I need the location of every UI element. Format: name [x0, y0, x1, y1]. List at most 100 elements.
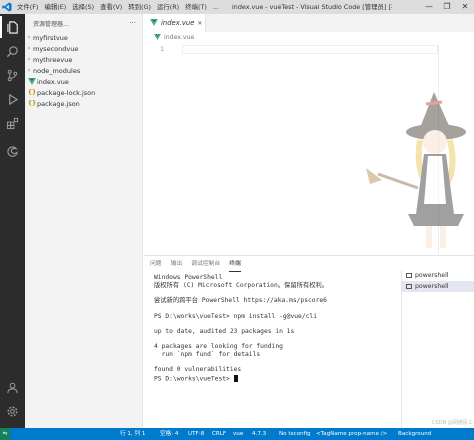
json-file-icon: {}: [27, 100, 37, 107]
language-mode[interactable]: vue: [233, 428, 243, 440]
bottom-panel: 问题 输出 调试控制台 终端 Windows PowerShell 版权所有 (…: [144, 255, 474, 429]
tab-index-vue[interactable]: index.vue ✕: [144, 14, 206, 32]
tree-item-label: package-lock.json: [37, 88, 96, 97]
tab-debug-console[interactable]: 调试控制台: [191, 256, 220, 272]
terminal-list: powershell powershell: [401, 270, 474, 429]
menu-file[interactable]: 文件(F): [14, 0, 41, 14]
explorer-title: 资源管理器...: [33, 20, 69, 28]
background-character-image: [366, 92, 466, 248]
window-title: index.vue - vueTest - Visual Studio Code…: [232, 3, 392, 11]
tab-terminal[interactable]: 终端: [229, 256, 241, 272]
title-bar: 文件(F) 编辑(E) 选择(S) 查看(V) 转到(G) 运行(R) 终端(T…: [0, 0, 474, 14]
menu-terminal[interactable]: 终端(T): [182, 0, 210, 14]
tree-item-label: package.json: [37, 99, 80, 108]
tree-folder-mysecondvue[interactable]: › mysecondvue: [25, 43, 142, 54]
tree-item-label: mythreevue: [33, 55, 73, 64]
tree-file-package-lock-json[interactable]: {} package-lock.json: [25, 87, 142, 98]
tree-item-label: node_modules: [33, 66, 81, 75]
menu-run[interactable]: 运行(R): [154, 0, 182, 14]
editor-tab-bar: index.vue ✕: [144, 14, 474, 32]
remote-indicator-icon[interactable]: ⇋: [0, 428, 10, 440]
terminal-prompt: PS D:\works\vueTest>: [154, 375, 234, 382]
cursor-position[interactable]: 行 1, 列 1: [120, 428, 145, 440]
tab-problems[interactable]: 问题: [150, 256, 162, 272]
terminal-line: PS D:\works\vueTest> npm install -g@vue/…: [154, 312, 318, 320]
code-line[interactable]: 1: [144, 45, 438, 54]
settings-gear-icon[interactable]: [0, 400, 25, 422]
chevron-right-icon: ›: [27, 67, 31, 74]
search-icon[interactable]: [0, 40, 25, 62]
terminal-line: Windows PowerShell: [154, 274, 223, 281]
menu-view[interactable]: 查看(V): [97, 0, 125, 14]
restore-button[interactable]: ❐: [438, 0, 456, 14]
tsconfig-status[interactable]: No tsconfig: [279, 428, 311, 440]
tree-file-index-vue[interactable]: index.vue: [25, 76, 142, 87]
chevron-right-icon: ›: [27, 56, 31, 63]
edge-devtools-icon[interactable]: [0, 140, 25, 162]
run-debug-icon[interactable]: [0, 88, 25, 110]
chevron-right-icon: ›: [27, 34, 31, 41]
eol-status[interactable]: CRLF: [212, 428, 226, 440]
terminal-instance[interactable]: powershell: [402, 270, 474, 281]
indentation-status[interactable]: 空格: 4: [160, 428, 178, 440]
terminal-line: 尝试新的跨平台 PowerShell https://aka.ms/pscore…: [154, 297, 327, 305]
breadcrumb: index.vue: [144, 32, 474, 43]
terminal-output[interactable]: Windows PowerShell 版权所有 (C) Microsoft Co…: [154, 274, 394, 383]
vue-file-icon: [154, 33, 161, 42]
close-tab-icon[interactable]: ✕: [197, 20, 202, 27]
menu-more[interactable]: ...: [210, 0, 222, 14]
minimize-button[interactable]: —: [420, 0, 438, 14]
vue-file-icon: [27, 78, 37, 85]
tab-output[interactable]: 输出: [171, 256, 183, 272]
extensions-icon[interactable]: [0, 112, 25, 134]
tree-item-label: myfirstvue: [33, 33, 68, 42]
terminal-cursor: [233, 374, 238, 382]
source-control-icon[interactable]: [0, 64, 25, 86]
menu-edit[interactable]: 编辑(E): [41, 0, 69, 14]
tree-folder-mythreevue[interactable]: › mythreevue: [25, 54, 142, 65]
tab-label: index.vue: [161, 19, 195, 27]
json-file-icon: {}: [27, 89, 37, 96]
terminal-icon: [406, 273, 412, 278]
typescript-version[interactable]: 4.7.3: [252, 428, 266, 440]
terminal-line: 4 packages are looking for funding: [154, 342, 283, 350]
vue-file-icon: [150, 18, 158, 28]
tree-item-label: mysecondvue: [33, 44, 79, 53]
tag-format-status[interactable]: <TagName prop-name />: [316, 428, 387, 440]
terminal-line: run `npm fund` for details: [154, 351, 261, 359]
accounts-icon[interactable]: [0, 376, 25, 398]
chevron-right-icon: ›: [27, 45, 31, 52]
menu-selection[interactable]: 选择(S): [69, 0, 97, 14]
explorer-more-button[interactable]: ···: [129, 19, 136, 27]
terminal-line: 版权所有 (C) Microsoft Corporation。保留所有权利。: [154, 282, 329, 290]
explorer-sidebar: 资源管理器... ··· › myfirstvue › mysecondvue …: [25, 14, 143, 428]
terminal-instance-active[interactable]: powershell: [402, 281, 474, 292]
line-number: 1: [160, 45, 164, 53]
terminal-line: found 0 vulnerabilities: [154, 366, 242, 374]
current-line-highlight: [182, 45, 438, 54]
tree-folder-node-modules[interactable]: › node_modules: [25, 65, 142, 76]
menu-go[interactable]: 转到(G): [125, 0, 154, 14]
watermark-text: CSDN @网络民工~: [432, 420, 474, 426]
terminal-instance-label: powershell: [415, 272, 449, 279]
terminal-icon: [406, 284, 412, 289]
terminal-line: up to date, audited 23 packages in 1s: [154, 327, 295, 335]
menu-bar: 文件(F) 编辑(E) 选择(S) 查看(V) 转到(G) 运行(R) 终端(T…: [14, 0, 222, 14]
tree-file-package-json[interactable]: {} package.json: [25, 98, 142, 109]
background-status[interactable]: Background: [398, 428, 431, 440]
terminal-prompt-line[interactable]: PS D:\works\vueTest>: [154, 374, 394, 383]
explorer-icon[interactable]: [0, 16, 25, 38]
activity-bar: [0, 14, 25, 428]
status-bar: ⇋ 行 1, 列 1 空格: 4 UTF-8 CRLF vue 4.7.3 No…: [0, 420, 474, 440]
terminal-instance-label: powershell: [415, 283, 449, 290]
close-window-button[interactable]: ✕: [456, 0, 474, 14]
window-controls: — ❐ ✕: [420, 0, 474, 14]
explorer-header: 资源管理器... ···: [25, 14, 142, 32]
encoding-status[interactable]: UTF-8: [188, 428, 204, 440]
tree-folder-myfirstvue[interactable]: › myfirstvue: [25, 32, 142, 43]
breadcrumb-file[interactable]: index.vue: [164, 34, 194, 41]
